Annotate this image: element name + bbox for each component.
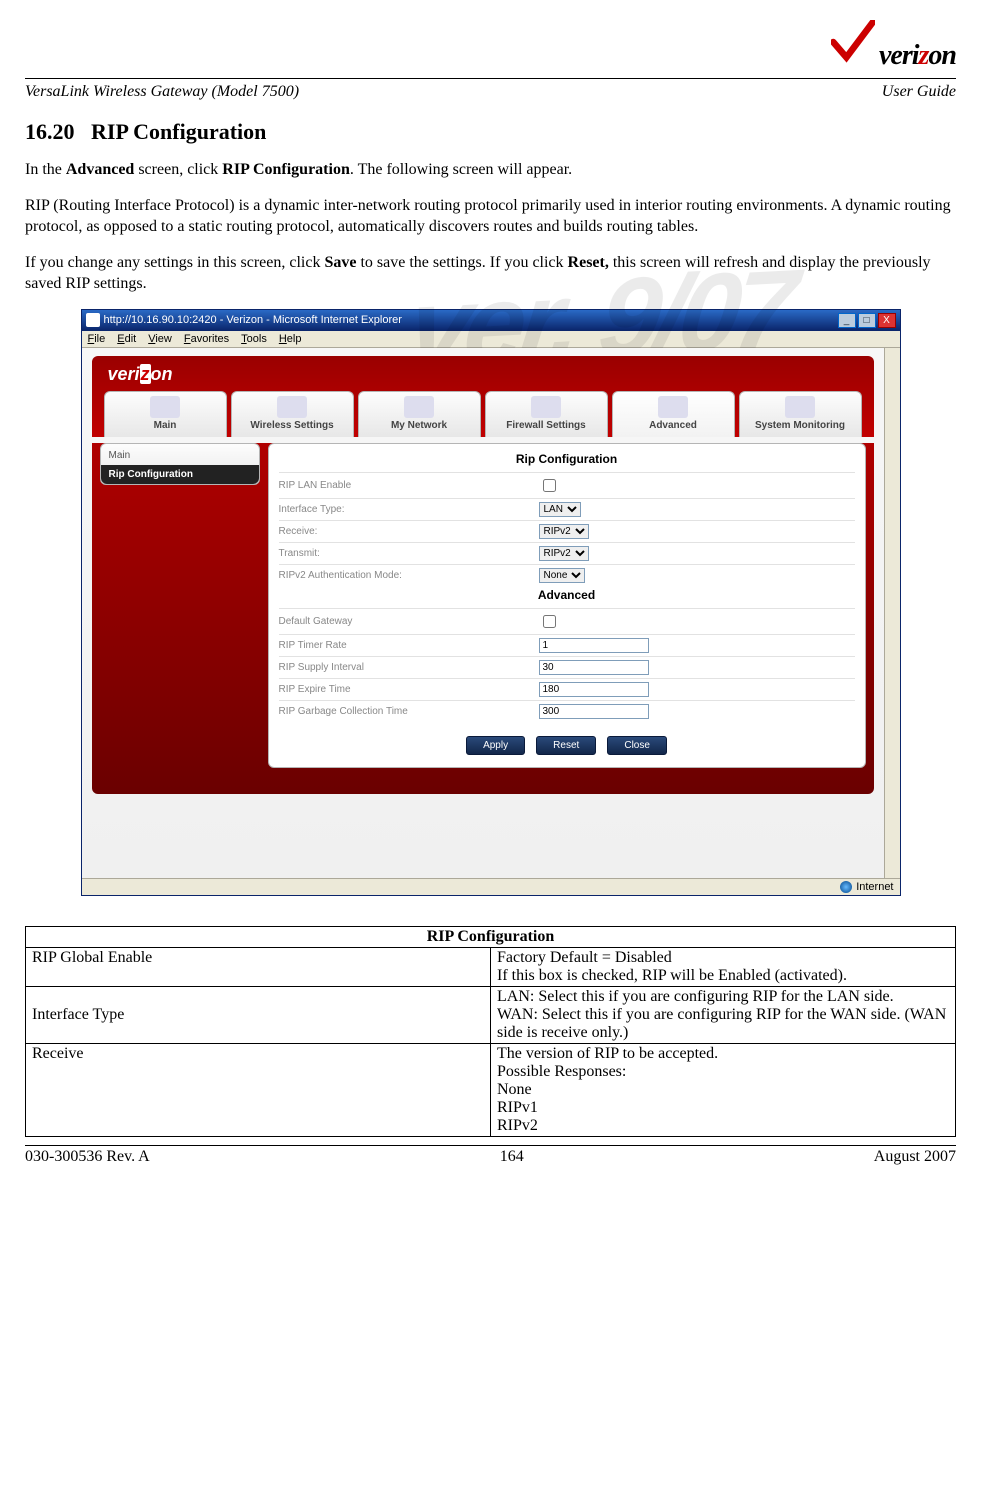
panel-title-1: Rip Configuration	[279, 452, 855, 466]
close-button[interactable]: X	[878, 313, 896, 328]
tab-wireless[interactable]: Wireless Settings	[231, 391, 354, 437]
paragraph-2: RIP (Routing Interface Protocol) is a dy…	[25, 195, 956, 238]
paragraph-3: If you change any settings in this scree…	[25, 252, 956, 295]
table-cell: The version of RIP to be accepted. Possi…	[491, 1043, 956, 1136]
maximize-button[interactable]: □	[858, 313, 876, 328]
default-gateway-checkbox[interactable]	[543, 615, 556, 628]
paragraph-1: In the Advanced screen, click RIP Config…	[25, 159, 956, 181]
table-row: Receive The version of RIP to be accepte…	[26, 1043, 956, 1136]
table-cell: RIP Global Enable	[26, 947, 491, 986]
breadcrumb: Main Rip Configuration	[100, 443, 260, 485]
brand-z: z	[919, 40, 929, 71]
tab-network[interactable]: My Network	[358, 391, 481, 437]
check-icon	[831, 20, 875, 64]
menu-help[interactable]: Help	[279, 333, 302, 345]
brand-logo: verizon	[25, 20, 956, 72]
status-right: Internet	[856, 881, 893, 893]
menu-edit[interactable]: Edit	[117, 333, 136, 345]
header-left: VersaLink Wireless Gateway (Model 7500)	[25, 83, 299, 101]
auth-mode-select[interactable]: None	[539, 568, 585, 583]
footer-right: August 2007	[874, 1148, 956, 1166]
browser-window: http://10.16.90.10:2420 - Verizon - Micr…	[81, 309, 901, 896]
titlebar: http://10.16.90.10:2420 - Verizon - Micr…	[82, 310, 900, 331]
label-default-gateway: Default Gateway	[279, 616, 539, 627]
timer-rate-input[interactable]	[539, 638, 649, 653]
label-interface-type: Interface Type:	[279, 504, 539, 515]
table-row: Interface Type LAN: Select this if you a…	[26, 986, 956, 1043]
status-bar: Internet	[82, 878, 900, 895]
wireless-icon	[277, 396, 307, 418]
table-cell: LAN: Select this if you are configuring …	[491, 986, 956, 1043]
brand-suffix: on	[928, 40, 956, 71]
transmit-select[interactable]: RIPv2	[539, 546, 589, 561]
close-panel-button[interactable]: Close	[607, 736, 667, 755]
label-receive: Receive:	[279, 526, 539, 537]
table-row: RIP Global Enable Factory Default = Disa…	[26, 947, 956, 986]
window-title: http://10.16.90.10:2420 - Verizon - Micr…	[104, 314, 402, 326]
menu-view[interactable]: View	[148, 333, 172, 345]
tab-main[interactable]: Main	[104, 391, 227, 437]
table-cell: Factory Default = Disabled If this box i…	[491, 947, 956, 986]
interface-type-select[interactable]: LAN	[539, 502, 581, 517]
label-expire-time: RIP Expire Time	[279, 684, 539, 695]
description-table: RIP Configuration RIP Global Enable Fact…	[25, 926, 956, 1137]
table-cell: Interface Type	[26, 986, 491, 1043]
receive-select[interactable]: RIPv2	[539, 524, 589, 539]
panel-title-2: Advanced	[279, 588, 855, 602]
apply-button[interactable]: Apply	[466, 736, 525, 755]
breadcrumb-current: Rip Configuration	[101, 465, 259, 484]
label-rip-lan-enable: RIP LAN Enable	[279, 480, 539, 491]
advanced-icon	[658, 396, 688, 418]
section-title: 16.20 RIP Configuration	[25, 119, 956, 145]
brand-prefix: veri	[879, 40, 919, 71]
menu-favorites[interactable]: Favorites	[184, 333, 229, 345]
firewall-icon	[531, 396, 561, 418]
label-garbage: RIP Garbage Collection Time	[279, 706, 539, 717]
menu-tools[interactable]: Tools	[241, 333, 267, 345]
table-cell: Receive	[26, 1043, 491, 1136]
menu-file[interactable]: File	[88, 333, 106, 345]
label-supply-interval: RIP Supply Interval	[279, 662, 539, 673]
tab-monitoring[interactable]: System Monitoring	[739, 391, 862, 437]
supply-interval-input[interactable]	[539, 660, 649, 675]
tab-firewall[interactable]: Firewall Settings	[485, 391, 608, 437]
minimize-button[interactable]: _	[838, 313, 856, 328]
reset-button[interactable]: Reset	[536, 736, 596, 755]
tab-advanced[interactable]: Advanced	[612, 391, 735, 437]
label-transmit: Transmit:	[279, 548, 539, 559]
network-icon	[404, 396, 434, 418]
monitoring-icon	[785, 396, 815, 418]
expire-time-input[interactable]	[539, 682, 649, 697]
table-header: RIP Configuration	[26, 926, 956, 947]
footer-center: 164	[500, 1148, 524, 1166]
menubar: File Edit View Favorites Tools Help	[82, 331, 900, 348]
breadcrumb-main[interactable]: Main	[109, 450, 131, 461]
page-footer: 030-300536 Rev. A 164 August 2007	[25, 1145, 956, 1166]
scrollbar[interactable]	[884, 348, 900, 878]
label-auth-mode: RIPv2 Authentication Mode:	[279, 570, 539, 581]
router-logo: verizon	[108, 364, 862, 385]
globe-icon	[840, 881, 852, 893]
header-right: User Guide	[882, 83, 956, 101]
rip-lan-enable-checkbox[interactable]	[543, 479, 556, 492]
garbage-input[interactable]	[539, 704, 649, 719]
main-icon	[150, 396, 180, 418]
footer-left: 030-300536 Rev. A	[25, 1148, 150, 1166]
config-panel: Rip Configuration RIP LAN Enable Interfa…	[268, 443, 866, 768]
label-timer-rate: RIP Timer Rate	[279, 640, 539, 651]
ie-icon	[86, 313, 100, 327]
